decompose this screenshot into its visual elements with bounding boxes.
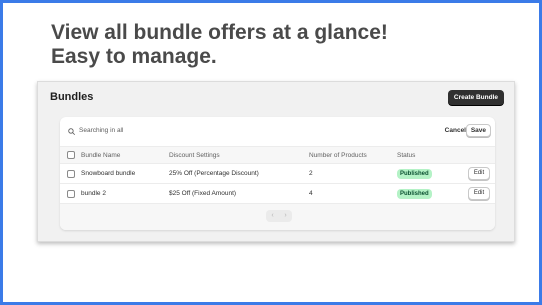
screenshot-frame: View all bundle offers at a glance! Easy…	[0, 0, 542, 305]
column-header-status[interactable]: Status	[397, 152, 415, 159]
table-header: Bundle Name Discount Settings Number of …	[60, 146, 495, 164]
table-row[interactable]: bundle 2 $25 Off (Fixed Amount) 4 Publis…	[60, 184, 495, 204]
bundle-name: Snowboard bundle	[81, 170, 136, 177]
marketing-headline: View all bundle offers at a glance! Easy…	[51, 21, 388, 69]
edit-button[interactable]: Edit	[468, 187, 490, 200]
headline-line-2: Easy to manage.	[51, 45, 217, 68]
row-checkbox[interactable]	[67, 190, 75, 198]
column-header-discount-settings[interactable]: Discount Settings	[169, 152, 220, 159]
discount-settings: $25 Off (Fixed Amount)	[169, 190, 237, 197]
status-badge: Published	[397, 169, 432, 179]
row-checkbox[interactable]	[67, 170, 75, 178]
pagination-controls: ‹ ›	[266, 210, 292, 222]
search-icon	[68, 128, 75, 135]
column-header-number-of-products[interactable]: Number of Products	[309, 152, 367, 159]
discount-settings: 25% Off (Percentage Discount)	[169, 170, 259, 177]
column-header-bundle-name[interactable]: Bundle Name	[81, 152, 120, 159]
select-all-checkbox[interactable]	[67, 151, 75, 159]
chevron-left-icon[interactable]: ‹	[266, 210, 279, 222]
save-button[interactable]: Save	[465, 124, 491, 137]
search-input[interactable]: Searching in all	[79, 127, 123, 134]
edit-button[interactable]: Edit	[468, 167, 490, 180]
bundles-table-card: Searching in all Cancel Save Bundle Name…	[60, 117, 495, 230]
chevron-right-icon[interactable]: ›	[279, 210, 292, 222]
page-title: Bundles	[50, 91, 94, 103]
bundle-name: bundle 2	[81, 190, 106, 197]
bundles-panel: Bundles Create Bundle Searching in all C…	[37, 81, 515, 242]
table-row[interactable]: Snowboard bundle 25% Off (Percentage Dis…	[60, 164, 495, 184]
search-bar[interactable]: Searching in all Cancel Save	[60, 117, 495, 146]
status-badge: Published	[397, 189, 432, 199]
cancel-button[interactable]: Cancel	[445, 127, 466, 134]
pagination: ‹ ›	[60, 204, 495, 230]
headline-line-1: View all bundle offers at a glance!	[51, 21, 388, 44]
number-of-products: 4	[309, 190, 313, 197]
create-bundle-button[interactable]: Create Bundle	[447, 90, 504, 105]
number-of-products: 2	[309, 170, 313, 177]
